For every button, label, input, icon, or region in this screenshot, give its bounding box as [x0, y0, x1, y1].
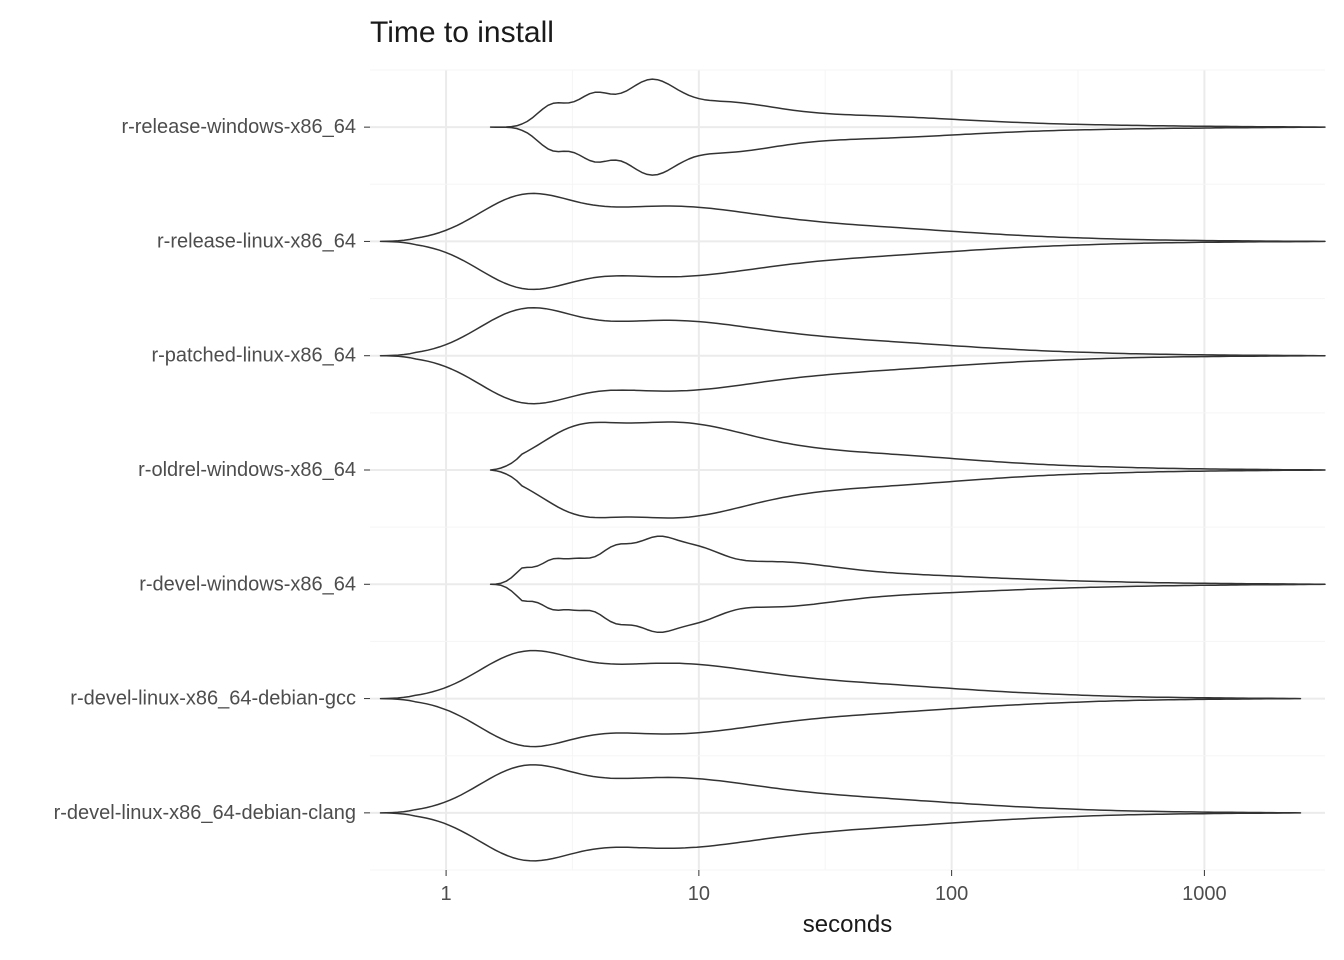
x-tick-label: 10: [688, 883, 710, 905]
y-tick-label: r-devel-windows-x86_64: [139, 573, 356, 595]
x-tick-label: 1000: [1182, 883, 1227, 905]
y-tick-label: r-oldrel-windows-x86_64: [138, 459, 356, 481]
x-tick-label: 1: [441, 883, 452, 905]
violin-chart: 1 10 100 1000 seconds r-release-windows-x86_6…: [0, 0, 1344, 960]
y-tick-label: r-devel-linux-x86_64-debian-gcc: [70, 688, 356, 710]
y-tick-label: r-devel-linux-x86_64-debian-clang: [54, 802, 356, 824]
x-axis-title: seconds: [803, 911, 892, 938]
chart-container: 1 10 100 1000 seconds r-release-windows-x86_6…: [0, 0, 1344, 960]
y-tick-label: r-release-windows-x86_64: [121, 116, 356, 138]
y-tick-label: r-release-linux-x86_64: [157, 230, 356, 252]
y-tick-label: r-patched-linux-x86_64: [151, 345, 356, 367]
x-tick-label: 100: [935, 883, 968, 905]
plot-title: Time to install: [370, 16, 554, 49]
